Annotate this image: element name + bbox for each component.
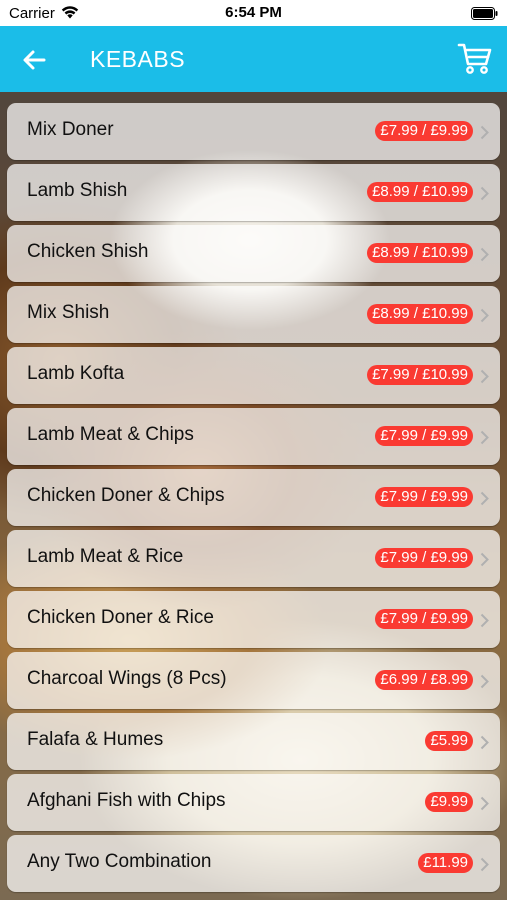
page-title: KEBABS bbox=[90, 46, 186, 72]
price-badge: £11.99 bbox=[418, 853, 473, 873]
menu-item-name: Any Two Combination bbox=[27, 851, 212, 872]
status-bar: Carrier 6:54 PM bbox=[0, 0, 507, 26]
chevron-right-icon bbox=[480, 308, 489, 323]
price-badge: £5.99 bbox=[425, 731, 473, 751]
menu-item-name: Chicken Shish bbox=[27, 241, 149, 262]
menu-item[interactable]: Mix Doner £7.99 / £9.99 bbox=[7, 103, 500, 160]
menu-item[interactable]: Chicken Doner & Rice £7.99 / £9.99 bbox=[7, 591, 500, 648]
price-badge: £7.99 / £10.99 bbox=[367, 365, 473, 385]
menu-item-name: Lamb Meat & Rice bbox=[27, 546, 184, 567]
menu-item[interactable]: Lamb Meat & Chips £7.99 / £9.99 bbox=[7, 408, 500, 465]
chevron-right-icon bbox=[480, 430, 489, 445]
chevron-right-icon bbox=[480, 369, 489, 384]
arrow-left-icon[interactable] bbox=[18, 46, 50, 74]
cart-icon[interactable] bbox=[457, 40, 493, 76]
chevron-right-icon bbox=[480, 674, 489, 689]
price-badge: £7.99 / £9.99 bbox=[375, 548, 473, 568]
price-badge: £7.99 / £9.99 bbox=[375, 609, 473, 629]
price-badge: £8.99 / £10.99 bbox=[367, 182, 473, 202]
chevron-right-icon bbox=[480, 125, 489, 140]
menu-item[interactable]: Afghani Fish with Chips £9.99 bbox=[7, 774, 500, 831]
menu-list[interactable]: Mix Doner £7.99 / £9.99 Lamb Shish £8.99… bbox=[0, 92, 507, 900]
menu-item[interactable]: Charcoal Wings (8 Pcs) £6.99 / £8.99 bbox=[7, 652, 500, 709]
price-badge: £9.99 bbox=[425, 792, 473, 812]
price-badge: £8.99 / £10.99 bbox=[367, 304, 473, 324]
menu-item-name: Lamb Shish bbox=[27, 180, 128, 201]
menu-item-name: Mix Shish bbox=[27, 302, 110, 323]
price-badge: £7.99 / £9.99 bbox=[375, 121, 473, 141]
menu-item-name: Lamb Kofta bbox=[27, 363, 125, 384]
menu-item-name: Chicken Doner & Chips bbox=[27, 485, 225, 506]
menu-item[interactable]: Chicken Shish £8.99 / £10.99 bbox=[7, 225, 500, 282]
chevron-right-icon bbox=[480, 491, 489, 506]
menu-item-name: Mix Doner bbox=[27, 119, 114, 140]
menu-item[interactable]: Lamb Kofta £7.99 / £10.99 bbox=[7, 347, 500, 404]
price-badge: £8.99 / £10.99 bbox=[367, 243, 473, 263]
price-badge: £7.99 / £9.99 bbox=[375, 487, 473, 507]
menu-item[interactable]: Falafa & Humes £5.99 bbox=[7, 713, 500, 770]
chevron-right-icon bbox=[480, 857, 489, 872]
price-badge: £7.99 / £9.99 bbox=[375, 426, 473, 446]
menu-item-name: Afghani Fish with Chips bbox=[27, 790, 226, 811]
clock: 6:54 PM bbox=[225, 4, 282, 21]
menu-item-name: Chicken Doner & Rice bbox=[27, 607, 214, 628]
menu-item[interactable]: Lamb Shish £8.99 / £10.99 bbox=[7, 164, 500, 221]
chevron-right-icon bbox=[480, 613, 489, 628]
menu-item[interactable]: Mix Shish £8.99 / £10.99 bbox=[7, 286, 500, 343]
menu-item-name: Lamb Meat & Chips bbox=[27, 424, 194, 445]
chevron-right-icon bbox=[480, 735, 489, 750]
chevron-right-icon bbox=[480, 186, 489, 201]
menu-item-name: Charcoal Wings (8 Pcs) bbox=[27, 668, 227, 689]
menu-item[interactable]: Any Two Combination £11.99 bbox=[7, 835, 500, 892]
chevron-right-icon bbox=[480, 796, 489, 811]
chevron-right-icon bbox=[480, 247, 489, 262]
chevron-right-icon bbox=[480, 552, 489, 567]
menu-item-name: Falafa & Humes bbox=[27, 729, 164, 750]
navigation-bar: KEBABS bbox=[0, 26, 507, 92]
price-badge: £6.99 / £8.99 bbox=[375, 670, 473, 690]
menu-item[interactable]: Chicken Doner & Chips £7.99 / £9.99 bbox=[7, 469, 500, 526]
battery-icon bbox=[471, 7, 498, 20]
menu-item[interactable]: Lamb Meat & Rice £7.99 / £9.99 bbox=[7, 530, 500, 587]
